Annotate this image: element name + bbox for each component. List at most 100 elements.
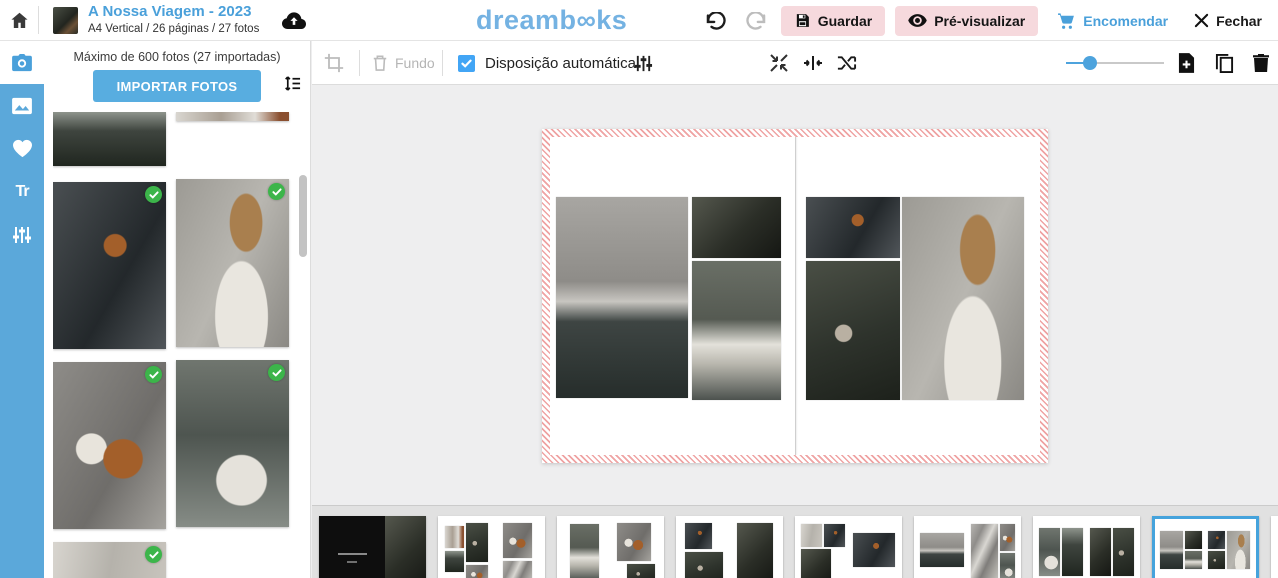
filmstrip-spread[interactable] (1033, 516, 1140, 578)
topbar-actions: Guardar Pré-visualizar Encomendar Fechar (701, 0, 1270, 41)
fs-pages (1159, 523, 1252, 578)
filmstrip-spread-selected[interactable] (1152, 516, 1259, 578)
photo-grid (53, 112, 293, 578)
heart-icon (12, 139, 33, 158)
fs-page (1037, 520, 1085, 578)
check-icon (145, 186, 162, 203)
redo-icon (745, 12, 767, 30)
fs-pages (680, 520, 779, 578)
filmstrip-spread[interactable] (795, 516, 902, 578)
photo-thumbnail[interactable] (176, 360, 289, 527)
add-page-button[interactable] (1178, 41, 1195, 85)
spread-photo-bridge-couple[interactable] (806, 261, 900, 400)
photo-thumbnail[interactable] (53, 182, 166, 349)
duplicate-page-button[interactable] (1215, 41, 1234, 85)
photo-thumbnail[interactable] (176, 179, 289, 347)
compress-horizontal-button[interactable] (803, 41, 823, 85)
photo-grid-column-1 (53, 112, 166, 578)
shuffle-button[interactable] (836, 41, 857, 85)
close-button[interactable]: Fechar (1186, 6, 1270, 36)
shuffle-collapse-button[interactable] (769, 41, 789, 85)
copy-icon (1215, 53, 1234, 74)
background-button[interactable]: Fundo (372, 41, 435, 85)
photo-thumbnail[interactable] (53, 362, 166, 529)
panel-scrollbar[interactable] (299, 175, 307, 257)
sidebar-item-photos[interactable] (0, 41, 44, 84)
check-icon (268, 364, 285, 381)
spread-photo-cave-girl[interactable] (692, 197, 781, 258)
sort-photos-button[interactable] (284, 75, 301, 92)
close-label: Fechar (1216, 13, 1262, 29)
fs-page (918, 520, 966, 578)
layout-options-button[interactable] (634, 41, 653, 85)
image-icon (11, 97, 33, 115)
home-icon (9, 10, 30, 31)
project-info: A Nossa Viagem - 2023 A4 Vertical / 26 p… (88, 3, 259, 36)
home-button[interactable] (0, 0, 38, 40)
crop-icon (324, 53, 344, 73)
import-photos-button[interactable]: IMPORTAR FOTOS (93, 70, 261, 102)
photo-thumbnail[interactable] (53, 542, 166, 578)
sidebar-item-favorites[interactable] (0, 127, 44, 170)
zoom-slider[interactable] (1066, 62, 1164, 64)
auto-layout-label: Disposição automática (485, 55, 636, 72)
order-label: Encomendar (1083, 13, 1168, 29)
fs-pages (442, 520, 541, 578)
zoom-slider-handle[interactable] (1083, 56, 1097, 70)
order-button[interactable]: Encomendar (1048, 6, 1176, 36)
photo-thumbnail[interactable] (176, 112, 289, 121)
fs-page (680, 520, 728, 578)
undo-button[interactable] (701, 0, 731, 41)
preview-button[interactable]: Pré-visualizar (895, 6, 1038, 36)
spread-pages (550, 137, 1040, 455)
fs-page (442, 520, 490, 578)
toolbar-divider (359, 50, 360, 76)
sidebar-item-text[interactable]: Tr (0, 170, 44, 213)
cover-back (319, 516, 385, 578)
save-label: Guardar (818, 13, 872, 29)
sort-icon (284, 75, 301, 92)
delete-page-button[interactable] (1253, 41, 1269, 85)
eye-icon (908, 13, 927, 28)
cart-icon (1056, 11, 1076, 30)
close-icon (1194, 13, 1209, 28)
undo-icon (705, 12, 727, 30)
filmstrip-spread[interactable] (438, 516, 545, 578)
import-row: IMPORTAR FOTOS (44, 64, 310, 104)
photo-limit-text: Máximo de 600 fotos (27 importadas) (44, 50, 310, 64)
workspace: Fundo Disposição automática (312, 41, 1278, 578)
auto-layout-checkbox[interactable] (458, 55, 475, 72)
spread-photo-hat-portrait[interactable] (902, 197, 1024, 400)
trash-filled-icon (1253, 54, 1269, 73)
project-title: A Nossa Viagem - 2023 (88, 3, 259, 22)
project-thumbnail[interactable] (53, 7, 78, 34)
trash-icon (372, 54, 388, 72)
auto-layout-toggle[interactable]: Disposição automática (458, 41, 636, 85)
fs-pages (799, 520, 898, 578)
canvas-area[interactable] (312, 86, 1278, 505)
cloud-sync-icon[interactable] (281, 10, 307, 30)
save-button[interactable]: Guardar (781, 6, 885, 36)
crop-button[interactable] (324, 41, 344, 85)
spread-photo-man-rocks[interactable] (806, 197, 900, 258)
cover-front-photo (385, 516, 426, 578)
filmstrip-spread-partial[interactable] (1271, 516, 1278, 578)
toolbar-divider (442, 50, 443, 76)
photo-grid-column-2 (176, 112, 289, 578)
spread-photo-cliff-water[interactable] (556, 197, 688, 398)
filmstrip-spread[interactable] (557, 516, 664, 578)
add-page-icon (1178, 53, 1195, 73)
filmstrip-spread[interactable] (676, 516, 783, 578)
filmstrip-spread-cover[interactable] (319, 516, 426, 578)
fs-pages (1037, 520, 1136, 578)
sidebar-item-settings[interactable] (0, 213, 44, 256)
redo-button[interactable] (741, 0, 771, 41)
sidebar-item-layouts[interactable] (0, 84, 44, 127)
fs-page (1089, 520, 1137, 578)
cover-subtitle-line (347, 561, 358, 563)
photo-thumbnail[interactable] (53, 112, 166, 166)
check-icon (145, 366, 162, 383)
fs-page (851, 520, 899, 578)
spread-photo-boat-girl[interactable] (692, 261, 781, 400)
filmstrip-spread[interactable] (914, 516, 1021, 578)
